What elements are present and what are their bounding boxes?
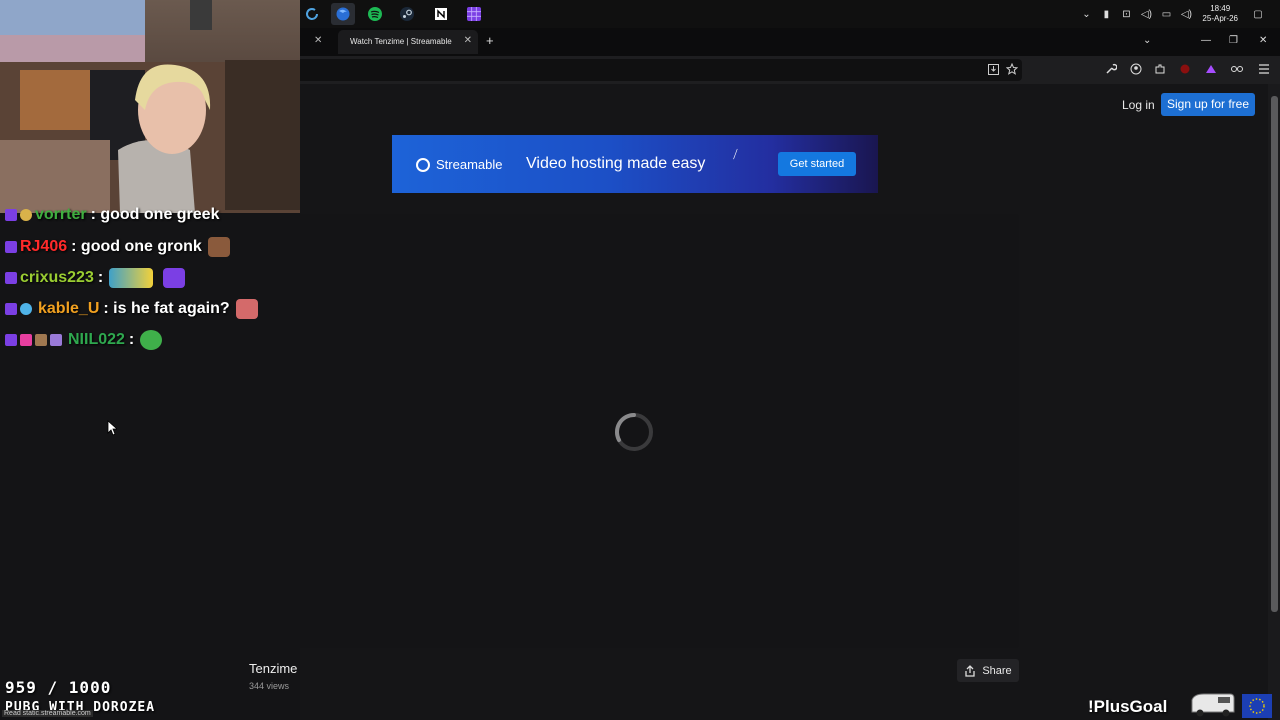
- goal-counter: 959 / 1000: [5, 678, 112, 697]
- van-icon: [1191, 693, 1235, 717]
- chat-message: NIIL022 :: [5, 330, 163, 350]
- mouse-cursor-icon: [107, 420, 117, 436]
- browser-toolbar: [300, 56, 1280, 84]
- window-close-icon[interactable]: ✕: [1259, 35, 1267, 46]
- wrench-icon[interactable]: [1104, 62, 1118, 76]
- new-tab-icon[interactable]: +: [486, 33, 494, 48]
- tab-list-chevron-icon[interactable]: ⌄: [1143, 35, 1151, 46]
- webcam-image: [0, 0, 300, 213]
- sub-badge-icon: [5, 303, 17, 315]
- browser-tabstrip: ✕ Watch Tenzime | Streamable ✕ + ⌄ — ❐ ✕: [300, 28, 1280, 56]
- chat-text: :: [128, 331, 135, 348]
- sparkle-icon: ⟋: [730, 148, 742, 162]
- sub-badge-icon: [5, 334, 17, 346]
- account-icon[interactable]: [1129, 62, 1143, 76]
- webcam-feed: [0, 0, 300, 213]
- emote-icon: [163, 268, 186, 288]
- firefox-icon[interactable]: [331, 3, 355, 25]
- extension-mask-icon[interactable]: [1230, 62, 1244, 76]
- notion-icon[interactable]: [429, 3, 453, 25]
- eu-flag-icon: [1242, 694, 1272, 718]
- display-icon[interactable]: ▭: [1158, 7, 1174, 21]
- chat-username: vorrter: [35, 206, 87, 223]
- chat-username: RJ406: [20, 238, 68, 255]
- microphone-icon[interactable]: ▮: [1098, 7, 1114, 21]
- tab-close-icon[interactable]: ✕: [464, 35, 472, 46]
- emote-icon: [109, 268, 154, 288]
- signup-button[interactable]: Sign up for free: [1161, 93, 1255, 116]
- chat-message: RJ406 : good one gronk: [5, 237, 230, 257]
- scrollbar-thumb[interactable]: [1271, 96, 1278, 612]
- notification-icon[interactable]: ▢: [1250, 7, 1266, 21]
- chat-text: : good one greek: [90, 206, 220, 223]
- sub-badge-icon: [5, 272, 17, 284]
- steam-icon[interactable]: [395, 3, 419, 25]
- network-icon[interactable]: ⊡: [1118, 7, 1134, 21]
- ublock-icon[interactable]: [1178, 62, 1192, 76]
- menu-icon[interactable]: [1257, 62, 1271, 76]
- chat-username: kable_U: [38, 300, 100, 317]
- badge-icon: [35, 334, 47, 346]
- extensions-icon[interactable]: [1153, 62, 1167, 76]
- tab-streamable[interactable]: Watch Tenzime | Streamable ✕: [338, 30, 478, 54]
- video-views: 344 views: [249, 681, 290, 691]
- close-icon[interactable]: ✕: [314, 35, 322, 46]
- system-clock[interactable]: 18:49 25-Apr-26: [1202, 4, 1238, 24]
- bookmark-star-icon[interactable]: [1005, 62, 1019, 76]
- chat-text: : good one gronk: [71, 238, 202, 255]
- status-url: Read static.streamable.com: [2, 710, 93, 717]
- spotify-icon[interactable]: [363, 3, 387, 25]
- extension-purple-icon[interactable]: [1204, 62, 1218, 76]
- tab-title: Watch Tenzime | Streamable: [350, 37, 452, 46]
- os-taskbar: ⌄ ▮ ⊡ ◁) ▭ ◁) 18:49 25-Apr-26 ▢: [300, 0, 1280, 28]
- speaker-icon[interactable]: ◁): [1138, 7, 1154, 21]
- chat-message: crixus223 :: [5, 268, 186, 288]
- video-player[interactable]: [249, 214, 1019, 648]
- chat-username: NIIL022: [68, 331, 125, 348]
- badge-icon: [50, 334, 62, 346]
- chat-message: vorrter : good one greek: [5, 206, 219, 224]
- brand-name: Streamable: [436, 157, 503, 172]
- clock-date: 25-Apr-26: [1202, 14, 1238, 23]
- login-link[interactable]: Log in: [1122, 98, 1155, 112]
- system-tray: ⌄ ▮ ⊡ ◁) ▭ ◁) 18:49 25-Apr-26 ▢: [1076, 0, 1280, 28]
- clock-time: 18:49: [1210, 4, 1231, 13]
- badge-icon: [20, 334, 32, 346]
- chat-text: : is he fat again?: [103, 300, 230, 317]
- streamable-brand: Streamable: [416, 157, 502, 172]
- chat-username: crixus223: [20, 269, 94, 286]
- emote-icon: [207, 237, 230, 257]
- minimize-icon[interactable]: —: [1201, 35, 1211, 46]
- badge-icon: [20, 209, 32, 221]
- restore-icon[interactable]: ❐: [1229, 35, 1238, 46]
- streamable-logo-icon: [416, 157, 430, 172]
- loading-spinner-icon: [615, 413, 653, 451]
- banner-tagline: Video hosting made easy: [526, 155, 706, 172]
- refresh-app-icon[interactable]: [300, 3, 324, 25]
- sub-badge-icon: [5, 241, 17, 253]
- chat-message: kable_U : is he fat again?: [5, 299, 258, 319]
- share-icon: [965, 664, 975, 677]
- install-app-icon[interactable]: [986, 62, 1000, 76]
- chevron-up-icon[interactable]: ⌄: [1078, 7, 1094, 21]
- sub-badge-icon: [5, 209, 17, 221]
- video-title: Tenzime: [249, 661, 298, 676]
- volume-icon[interactable]: ◁): [1178, 7, 1194, 21]
- get-started-button[interactable]: Get started: [778, 152, 856, 176]
- badge-icon: [20, 303, 32, 315]
- emote-icon: [140, 330, 163, 350]
- address-bar[interactable]: [300, 59, 1022, 81]
- chat-text: :: [97, 269, 104, 286]
- share-label: Share: [982, 664, 1012, 677]
- plus-goal-label: !PlusGoal: [1088, 697, 1168, 716]
- screen: Log in Sign up for free Streamable Video…: [0, 0, 1280, 720]
- share-button[interactable]: Share: [957, 659, 1019, 682]
- grid-app-icon[interactable]: [462, 3, 486, 25]
- emote-icon: [235, 299, 258, 319]
- page-scrollbar[interactable]: [1268, 84, 1280, 720]
- promo-banner[interactable]: Streamable Video hosting made easy ⟋ Get…: [392, 135, 878, 193]
